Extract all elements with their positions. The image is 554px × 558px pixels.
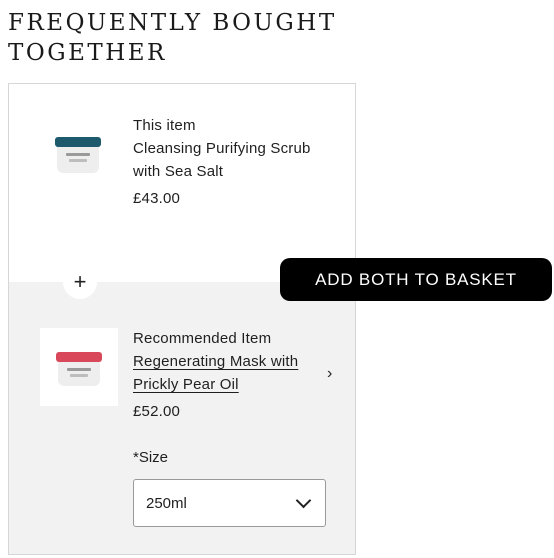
add-both-to-basket-button[interactable]: ADD BOTH TO BASKET xyxy=(280,258,552,301)
chevron-down-icon xyxy=(295,492,312,509)
current-item-name-line2: with Sea Salt xyxy=(133,163,224,180)
size-label: *Size xyxy=(133,449,169,466)
recommended-item-image[interactable] xyxy=(40,328,118,406)
current-item-name: Cleansing Purifying Scrub xyxy=(133,140,311,157)
size-select[interactable]: 250ml xyxy=(133,479,326,527)
recommended-item-tag: Recommended Item xyxy=(133,330,272,347)
recommended-item-name-link-line2[interactable]: Prickly Pear Oil xyxy=(133,373,298,396)
recommended-item-name-link[interactable]: Regenerating Mask with xyxy=(133,350,298,373)
current-item-tag: This item xyxy=(133,117,196,134)
chevron-right-icon[interactable]: › xyxy=(327,365,332,383)
size-selected-value: 250ml xyxy=(146,494,187,512)
section-title: FREQUENTLY BOUGHT TOGETHER xyxy=(8,10,337,66)
bundle-card: This item Cleansing Purifying Scrub with… xyxy=(8,83,356,555)
recommended-item-info: Recommended Item Regenerating Mask with … xyxy=(133,327,298,423)
current-item-image xyxy=(39,115,117,193)
current-item-price: £43.00 xyxy=(133,190,181,207)
plus-icon: + xyxy=(63,265,97,299)
recommended-item-price: £52.00 xyxy=(133,403,181,420)
current-item-info: This item Cleansing Purifying Scrub with… xyxy=(133,114,311,210)
